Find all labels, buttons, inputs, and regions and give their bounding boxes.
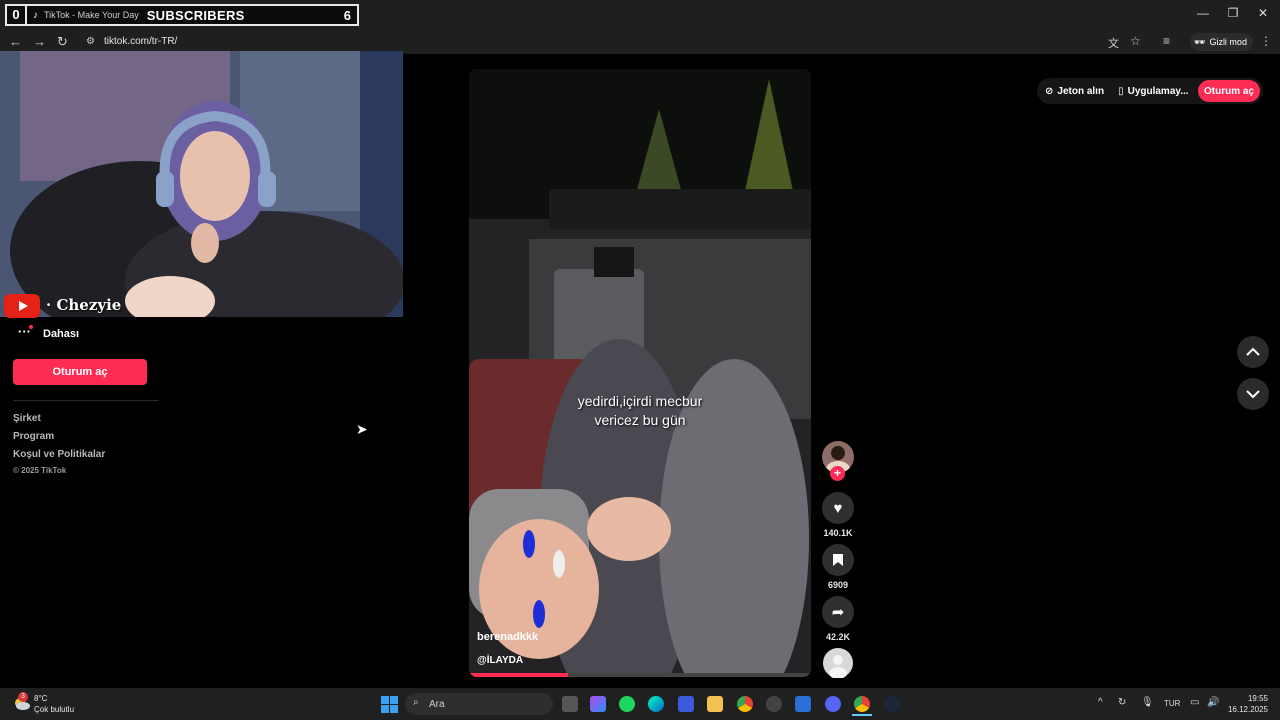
weather-widget[interactable]: 8°C Çok bulutlu xyxy=(34,693,74,715)
copyright: © 2025 TikTok xyxy=(13,466,67,475)
webcam-scene xyxy=(0,51,403,317)
youtube-icon xyxy=(4,294,40,318)
incognito-badge[interactable]: 🕶 Gizli mod xyxy=(1190,33,1253,51)
weather-badge: 3 xyxy=(18,692,28,702)
tray-overflow-icon[interactable]: ^ xyxy=(1098,697,1103,708)
weather-condition: Çok bulutlu xyxy=(34,705,75,714)
forward-icon[interactable]: → xyxy=(33,34,46,49)
heart-icon: ♥ xyxy=(833,499,843,517)
top-login-button[interactable]: Oturum aç xyxy=(1198,80,1260,102)
steam-icon[interactable] xyxy=(884,696,900,712)
tab-title: TikTok - Make Your Day xyxy=(44,10,139,20)
chevron-down-icon xyxy=(1246,390,1260,399)
video-frame xyxy=(469,69,811,677)
share-button[interactable]: ➦ xyxy=(822,596,854,628)
video-progress-track[interactable] xyxy=(469,673,811,677)
subscribers-label: SUBSCRIBERS xyxy=(146,7,245,23)
caption-line-1: yedirdi,içirdi mecbur xyxy=(577,393,703,409)
notification-dot xyxy=(29,325,33,329)
video-caption: yedirdi,içirdi mecbur vericez bu gün xyxy=(550,392,730,430)
volume-icon[interactable]: 🔊 xyxy=(1207,697,1219,708)
share-icon: ➦ xyxy=(831,604,845,621)
microphone-icon[interactable]: 🎙 xyxy=(1141,697,1154,708)
close-button[interactable]: ✕ xyxy=(1248,6,1278,20)
webcam-overlay xyxy=(0,51,403,317)
store-icon[interactable] xyxy=(678,696,694,712)
coin-icon: ⊘ xyxy=(1045,85,1054,97)
bookmark-star-icon[interactable]: ☆ xyxy=(1130,34,1141,48)
active-app-indicator xyxy=(852,714,872,716)
subscribers-count: 6 xyxy=(343,7,351,23)
next-video-button[interactable] xyxy=(1237,378,1269,410)
obs-icon[interactable] xyxy=(766,696,782,712)
follow-plus-icon[interactable]: + xyxy=(830,466,845,481)
get-coins-link[interactable]: Jeton alın xyxy=(1057,86,1104,97)
discord-icon[interactable] xyxy=(825,696,841,712)
windows-taskbar xyxy=(0,688,1280,720)
spotify-icon[interactable] xyxy=(619,696,635,712)
translate-icon[interactable]: 文 xyxy=(1108,35,1119,51)
music-disc-icon[interactable] xyxy=(823,648,853,679)
task-view-icon[interactable] xyxy=(562,696,578,712)
chrome-active-icon[interactable] xyxy=(854,696,870,712)
save-count: 6909 xyxy=(827,580,849,590)
streamer-name: · Chezyie xyxy=(46,296,122,314)
minimize-button[interactable]: — xyxy=(1188,6,1218,20)
search-icon: ⌕ xyxy=(413,697,419,708)
site-info-icon[interactable]: ⚙ xyxy=(86,36,95,47)
overlay-left-count: 0 xyxy=(7,6,27,24)
get-app-link[interactable]: Uygulamay... xyxy=(1128,86,1189,97)
taskbar-clock[interactable]: 19:55 16.12.2025 xyxy=(1224,693,1268,715)
video-player[interactable] xyxy=(469,69,811,677)
incognito-icon: 🕶 xyxy=(1194,36,1206,47)
sidebar-link-program[interactable]: Program xyxy=(13,431,54,442)
back-icon[interactable]: ← xyxy=(9,34,22,49)
chevron-up-icon xyxy=(1246,347,1260,356)
sidebar-more-label[interactable]: Dahası xyxy=(43,328,79,340)
like-count: 140.1K xyxy=(823,528,853,538)
clock-time: 19:55 xyxy=(1247,694,1268,703)
sidebar-link-company[interactable]: Şirket xyxy=(13,413,41,424)
network-app-icon[interactable] xyxy=(795,696,811,712)
language-indicator[interactable]: TUR xyxy=(1164,699,1180,708)
copilot-icon[interactable] xyxy=(590,696,606,712)
bookmark-icon xyxy=(833,554,843,566)
file-explorer-icon[interactable] xyxy=(707,696,723,712)
sidebar-login-button[interactable]: Oturum aç xyxy=(13,359,147,385)
sync-icon[interactable]: ↻ xyxy=(1118,697,1126,708)
chrome-icon[interactable] xyxy=(737,696,753,712)
clock-date: 16.12.2025 xyxy=(1227,705,1268,714)
video-music[interactable]: @İLAYDA xyxy=(477,655,523,666)
sidebar-link-terms[interactable]: Koşul ve Politikalar xyxy=(13,449,105,460)
edge-icon[interactable] xyxy=(648,696,664,712)
caption-line-2: vericez bu gün xyxy=(594,412,686,428)
url-field[interactable]: tiktok.com/tr-TR/ xyxy=(104,36,177,47)
sidebar-divider xyxy=(13,400,159,401)
media-control-icon[interactable]: ≡ xyxy=(1163,34,1170,48)
taskbar-search[interactable]: ⌕ Ara xyxy=(405,693,553,715)
browser-menu-icon[interactable]: ⋮ xyxy=(1260,34,1272,48)
share-count: 42.2K xyxy=(825,632,851,642)
like-button[interactable]: ♥ xyxy=(822,492,854,524)
restore-button[interactable]: ❐ xyxy=(1218,6,1248,20)
windows-start-icon[interactable] xyxy=(381,696,398,713)
reload-icon[interactable]: ↻ xyxy=(57,34,68,50)
search-placeholder: Ara xyxy=(429,698,445,710)
save-button[interactable] xyxy=(822,544,854,576)
tiktok-icon: ♪ xyxy=(33,9,38,21)
mouse-cursor-icon: ➤ xyxy=(356,421,368,437)
incognito-label: Gizli mod xyxy=(1209,37,1247,47)
subscriber-overlay: 0 ♪ TikTok - Make Your Day SUBSCRIBERS 6 xyxy=(5,4,359,26)
video-author[interactable]: berenadkkk xyxy=(477,631,538,643)
weather-temperature: 8°C xyxy=(34,694,48,703)
display-icon[interactable]: ▭ xyxy=(1190,697,1199,708)
previous-video-button[interactable] xyxy=(1237,336,1269,368)
video-progress-fill xyxy=(469,673,569,677)
phone-icon: ▯ xyxy=(1118,85,1124,97)
